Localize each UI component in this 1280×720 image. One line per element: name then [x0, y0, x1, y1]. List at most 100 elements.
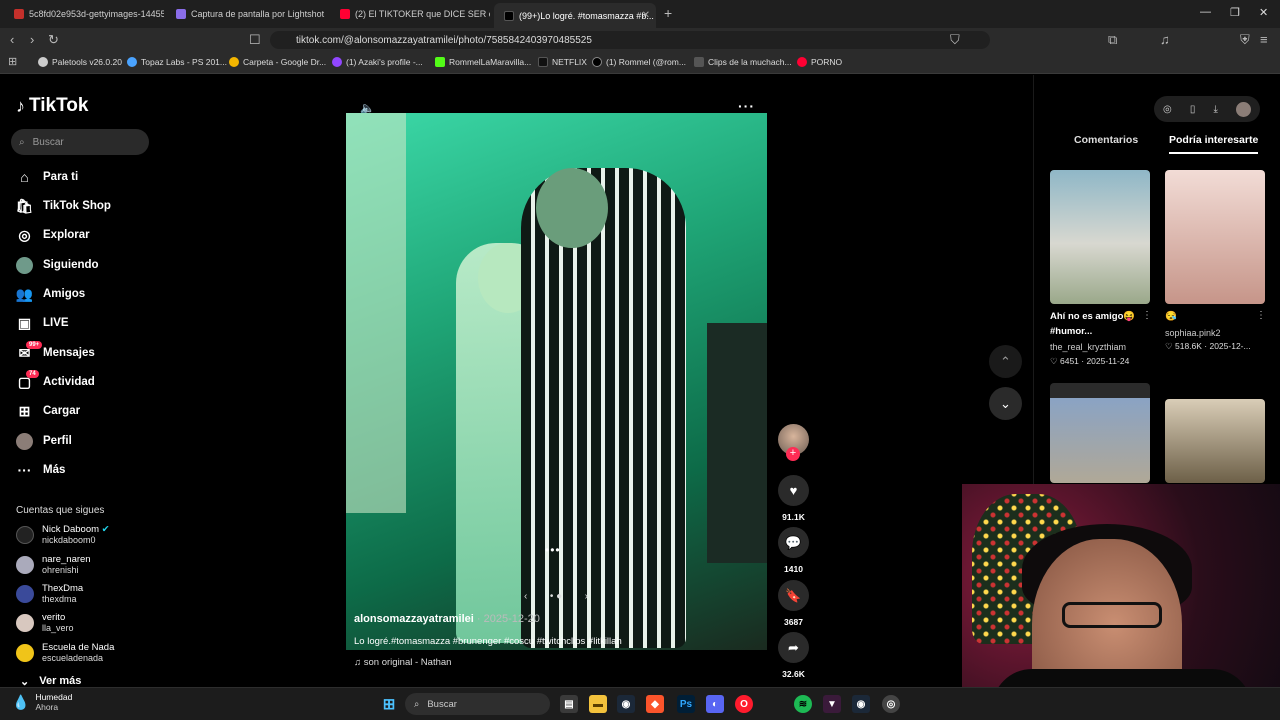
- opera-icon[interactable]: O: [735, 695, 753, 713]
- browser-tab-active[interactable]: (99+)Lo logré. #tomasmazza #b... ✕: [494, 3, 656, 28]
- obs-icon[interactable]: ◎: [882, 695, 900, 713]
- url-text: tiktok.com/@alonsomazzayatramilei/photo/…: [296, 34, 592, 46]
- sidebar-item-amigos[interactable]: 👥 Amigos: [16, 284, 85, 304]
- task-view-icon[interactable]: ▤: [560, 695, 578, 713]
- file-explorer-icon[interactable]: ▬: [589, 695, 607, 713]
- previous-post-button[interactable]: ⌃: [989, 345, 1022, 378]
- video-user[interactable]: the_real_kryzthiam: [1050, 342, 1126, 352]
- spotify-icon[interactable]: ≋: [794, 695, 812, 713]
- bookmark-item[interactable]: (1) Azaki's profile -...: [332, 57, 423, 67]
- menu-icon[interactable]: ≡: [1260, 32, 1268, 47]
- windows-start-icon[interactable]: ⊞: [380, 695, 398, 713]
- close-tab-icon[interactable]: ✕: [642, 10, 650, 21]
- follow-plus-icon[interactable]: +: [786, 447, 800, 461]
- taskbar-search[interactable]: ⌕ Buscar: [405, 693, 550, 715]
- more-options-icon[interactable]: ⋮: [1142, 310, 1152, 321]
- tab-podria-interesarte[interactable]: Podría interesarte: [1169, 134, 1259, 154]
- photoshop-icon[interactable]: Ps: [677, 695, 695, 713]
- sidebar-item-shop[interactable]: 🛍 TikTok Shop: [16, 196, 111, 216]
- tab-favicon-icon: [14, 9, 24, 19]
- save-button[interactable]: 🔖 3687: [778, 580, 809, 627]
- next-post-button[interactable]: ⌄: [989, 387, 1022, 420]
- video-title[interactable]: 😪: [1165, 309, 1177, 324]
- live-icon: ▣: [17, 314, 32, 331]
- following-account[interactable]: Nick Daboom ✔ nickdaboom0: [16, 522, 110, 548]
- bookmark-item[interactable]: PORNO: [797, 57, 842, 67]
- post-photo[interactable]: •••: [346, 113, 767, 650]
- video-thumbnail[interactable]: [1165, 399, 1265, 483]
- bookmark-item[interactable]: RommelLaMaravilla...: [435, 57, 531, 67]
- sidebar-item-actividad[interactable]: ▢ 74 Actividad: [16, 369, 95, 392]
- avatar: [16, 556, 34, 574]
- bookmark-item[interactable]: NETFLIX: [538, 57, 587, 67]
- share-button[interactable]: ➦ 32.6K: [778, 632, 809, 679]
- address-bar[interactable]: tiktok.com/@alonsomazzayatramilei/photo/…: [270, 31, 990, 49]
- profile-avatar-icon[interactable]: [1235, 101, 1251, 117]
- bookmark-label: NETFLIX: [552, 57, 587, 67]
- photo-pager[interactable]: ‹ • ● ›: [524, 589, 588, 603]
- sidebar-item-live[interactable]: ▣ LIVE: [16, 313, 69, 333]
- post-author[interactable]: alonsomazzayatramilei · 2025-12-20: [354, 613, 540, 625]
- sidebar-item-explorar[interactable]: ◎ Explorar: [16, 225, 89, 245]
- following-account[interactable]: nare_naren ohrenishi: [16, 552, 91, 578]
- browser-tab[interactable]: (2) El TIKTOKER que DICE SER el MÁS...: [330, 4, 490, 24]
- post-sound[interactable]: ♫ son original - Nathan: [354, 657, 451, 668]
- following-account[interactable]: verito lla_vero: [16, 610, 74, 636]
- bookmark-item[interactable]: Clips de la muchach...: [694, 57, 792, 67]
- tiktok-logo[interactable]: ♪ TikTok: [16, 95, 88, 117]
- close-window-icon[interactable]: ✕: [1259, 6, 1268, 19]
- bookmark-label: PORNO: [811, 57, 843, 67]
- video-thumbnail[interactable]: [1050, 383, 1150, 483]
- bookmark-icon[interactable]: ☐: [249, 32, 261, 48]
- sidebar-item-mensajes[interactable]: ✉ 99+ Mensajes: [16, 340, 95, 363]
- browser-tab[interactable]: 5c8fd02e953d-gettyimages-144551...: [4, 4, 164, 24]
- music-icon[interactable]: ♫: [1160, 32, 1170, 47]
- apps-grid-icon[interactable]: ⊞: [8, 55, 17, 68]
- sidebar-item-siguiendo[interactable]: Siguiendo: [16, 255, 99, 275]
- bookmark-item[interactable]: Carpeta - Google Dr...: [229, 57, 326, 67]
- like-button[interactable]: ♥ 91.1K: [778, 475, 809, 522]
- following-account[interactable]: Escuela de Nada escueladenada: [16, 640, 114, 666]
- avatar: [16, 644, 34, 662]
- brave-shield-icon[interactable]: ⛉: [950, 32, 960, 48]
- next-photo-icon[interactable]: ›: [585, 591, 588, 602]
- sidebar-item-cargar[interactable]: ⊞ Cargar: [16, 401, 80, 421]
- brave-icon[interactable]: ◆: [646, 695, 664, 713]
- bookmark-item[interactable]: Paletools v26.0.20: [38, 57, 122, 67]
- more-options-icon[interactable]: ⋮: [1256, 310, 1266, 321]
- phone-icon[interactable]: ▯: [1190, 104, 1196, 115]
- restore-icon[interactable]: ❐: [1230, 6, 1240, 19]
- compass-icon[interactable]: ◎: [1163, 104, 1172, 115]
- steam-icon[interactable]: ◉: [852, 695, 870, 713]
- back-icon[interactable]: ‹: [10, 32, 14, 47]
- activity-icon: ▢ 74: [16, 369, 39, 391]
- video-user[interactable]: sophiaa.pink2: [1165, 328, 1221, 338]
- prev-photo-icon[interactable]: ‹: [524, 591, 527, 602]
- app-icon[interactable]: ▼: [823, 695, 841, 713]
- more-options-icon[interactable]: ···: [738, 98, 755, 114]
- following-account[interactable]: ThexDma thexdma: [16, 581, 83, 607]
- minimize-icon[interactable]: —: [1200, 6, 1211, 18]
- video-thumbnail[interactable]: [1165, 170, 1265, 304]
- browser-tab[interactable]: Captura de pantalla por Lightshot: [166, 4, 326, 24]
- forward-icon[interactable]: ›: [30, 32, 34, 47]
- shield-icon[interactable]: ⛨: [1240, 32, 1250, 48]
- extensions-icon[interactable]: ⧉: [1108, 32, 1117, 48]
- download-icon[interactable]: ⤓: [1213, 104, 1217, 115]
- video-title[interactable]: Ahí no es amigo😝 #humor...: [1050, 309, 1150, 339]
- comment-button[interactable]: 💬 1410: [778, 527, 809, 574]
- video-thumbnail[interactable]: [1050, 170, 1150, 304]
- sidebar-item-para-ti[interactable]: ⌂ Para ti: [16, 167, 78, 187]
- weather-widget[interactable]: 💧 Humedad Ahora: [12, 692, 72, 712]
- steam-icon[interactable]: ◉: [617, 695, 635, 713]
- sidebar-item-mas[interactable]: ··· Más: [16, 460, 66, 480]
- youtube-icon: [797, 57, 807, 67]
- sidebar-item-perfil[interactable]: Perfil: [16, 431, 72, 451]
- reload-icon[interactable]: ↻: [48, 32, 59, 48]
- tab-comentarios[interactable]: Comentarios: [1074, 134, 1138, 146]
- new-tab-icon[interactable]: +: [664, 5, 672, 21]
- bookmark-item[interactable]: Topaz Labs - PS 201...: [127, 57, 227, 67]
- discord-icon[interactable]: ◐: [706, 695, 724, 713]
- search-input[interactable]: ⌕ Buscar: [11, 129, 149, 155]
- bookmark-item[interactable]: (1) Rommel (@rom...: [592, 57, 686, 67]
